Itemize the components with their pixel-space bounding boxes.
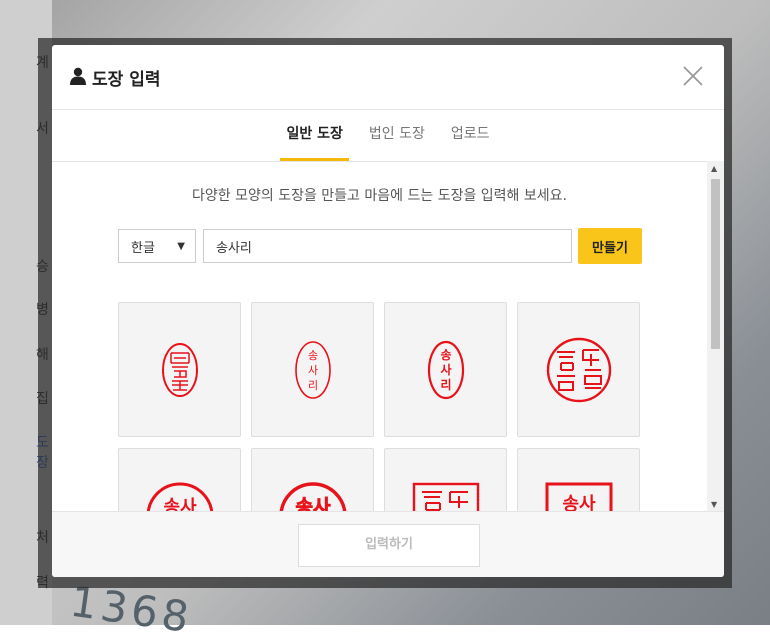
language-select[interactable]: 한글 ▼ (118, 229, 196, 263)
stamp-option[interactable]: 송사 리 (251, 448, 374, 512)
make-button[interactable]: 만들기 (578, 228, 642, 264)
tab-upload[interactable]: 업로드 (445, 110, 496, 161)
modal-header: 도장 입력 (52, 45, 724, 110)
stamp-square-seal-icon (412, 482, 479, 512)
stamp-tabs: 일반 도장 법인 도장 업로드 (52, 110, 724, 162)
stamp-option[interactable]: 송사 리 (118, 448, 241, 512)
svg-text:사: 사 (307, 364, 317, 377)
stamp-oval-bold-icon: 송 사 리 (427, 340, 464, 399)
stamp-square-bold-icon: 송사 리 (545, 482, 612, 513)
stamp-option[interactable] (118, 302, 241, 437)
stamp-option[interactable]: 송 사 리 (384, 302, 507, 437)
tab-general-stamp[interactable]: 일반 도장 (280, 110, 349, 161)
chevron-down-icon: ▼ (177, 240, 185, 252)
tab-corporate-stamp[interactable]: 법인 도장 (363, 110, 431, 161)
svg-text:송: 송 (440, 348, 451, 362)
stamp-form: 한글 ▼ 만들기 (118, 228, 642, 264)
submit-button[interactable]: 입력하기 (298, 524, 480, 567)
svg-text:송사: 송사 (163, 497, 197, 513)
svg-text:송사: 송사 (562, 494, 596, 513)
stamp-option[interactable] (384, 448, 507, 512)
stamp-input-modal: 도장 입력 일반 도장 법인 도장 업로드 다양한 모양의 도장을 만들고 마음… (52, 45, 724, 577)
language-select-value: 한글 (131, 240, 155, 256)
scroll-down-icon[interactable]: ▼ (711, 500, 717, 509)
stamp-oval-calligraphy-icon (161, 342, 198, 397)
stamp-option[interactable]: 송 사 리 (251, 302, 374, 437)
stamp-grid: 송 사 리 송 사 리 송사 송사 송사 (118, 302, 640, 512)
stamp-circle-extrabold-icon: 송사 리 (278, 481, 347, 513)
stamp-circle-bold-icon: 송사 리 (146, 482, 213, 513)
svg-text:송: 송 (307, 349, 317, 362)
modal-content: 다양한 모양의 도장을 만들고 마음에 드는 도장을 입력해 보세요. 한글 ▼… (52, 161, 707, 512)
modal-title-wrap: 도장 입력 (70, 65, 160, 90)
stamp-option[interactable]: 송사 리 (517, 448, 640, 512)
modal-footer: 입력하기 (52, 511, 724, 577)
guide-text: 다양한 모양의 도장을 만들고 마음에 드는 도장을 입력해 보세요. (192, 188, 567, 204)
stamp-oval-plain-icon: 송 사 리 (294, 340, 331, 399)
name-input[interactable] (203, 229, 572, 263)
svg-text:사: 사 (440, 362, 451, 377)
stamp-option[interactable] (517, 302, 640, 437)
svg-text:송사: 송사 (295, 496, 330, 513)
svg-text:리: 리 (307, 379, 317, 392)
modal-title: 도장 입력 (92, 70, 161, 90)
content-scrollbar[interactable]: ▲ ▼ (707, 161, 724, 512)
scrollbar-thumb[interactable] (711, 179, 720, 349)
stamp-circle-seal-icon (546, 337, 611, 402)
close-icon[interactable] (682, 65, 704, 87)
scroll-up-icon[interactable]: ▲ (711, 164, 717, 173)
svg-text:리: 리 (440, 377, 451, 392)
user-icon (70, 67, 86, 89)
